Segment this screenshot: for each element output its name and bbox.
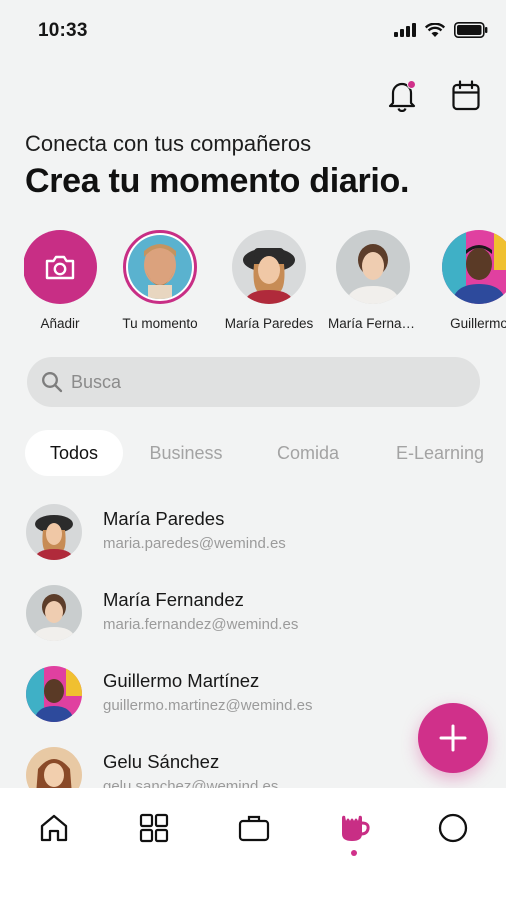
avatar	[26, 585, 82, 641]
search-icon	[42, 372, 63, 393]
avatar	[26, 504, 82, 560]
contact-name: María Fernandez	[103, 589, 244, 610]
signal-icon	[394, 23, 416, 37]
home-icon	[40, 814, 68, 842]
avatar	[26, 747, 82, 788]
story-avatar[interactable]	[336, 230, 410, 304]
add-story-button[interactable]	[24, 230, 97, 304]
tab-todos[interactable]: Todos	[25, 430, 123, 476]
contact-name: María Paredes	[103, 508, 225, 529]
list-item[interactable]: Guillermo Martínez guillermo.martinez@we…	[26, 658, 486, 728]
story-guillermo[interactable]: Guillermo	[434, 230, 506, 331]
calendar-icon	[452, 80, 480, 111]
list-item[interactable]: María Fernandez maria.fernandez@wemind.e…	[26, 577, 486, 647]
active-indicator	[351, 850, 357, 856]
story-label: Guillermo	[450, 316, 506, 331]
grid-icon	[139, 813, 169, 843]
story-maria-fernandez[interactable]: María Fernandez	[328, 230, 418, 331]
list-item[interactable]: María Paredes maria.paredes@wemind.es	[26, 496, 486, 566]
my-moment-avatar[interactable]	[123, 230, 197, 304]
search-bar[interactable]	[27, 357, 480, 407]
stories-carousel: Añadir Tu momento María Paredes María Fe…	[24, 230, 506, 340]
category-tabs: Todos Business Comida E-Learning	[25, 430, 489, 476]
battery-icon	[454, 22, 488, 38]
calendar-button[interactable]	[448, 76, 484, 116]
page-title: Crea tu momento diario.	[25, 162, 410, 200]
notification-dot	[407, 80, 416, 89]
wifi-icon	[425, 22, 445, 37]
status-icons	[394, 22, 488, 38]
status-bar: 10:33	[0, 0, 506, 60]
tab-business[interactable]: Business	[147, 430, 225, 476]
contact-email: maria.paredes@wemind.es	[103, 535, 286, 552]
story-label: Tu momento	[122, 316, 198, 331]
avatar	[128, 235, 192, 299]
contact-email: guillermo.martinez@wemind.es	[103, 697, 313, 714]
avatar	[232, 230, 306, 304]
story-add[interactable]: Añadir	[24, 230, 105, 331]
contact-email: gelu.sanchez@wemind.es	[103, 778, 279, 788]
plus-icon	[439, 724, 467, 752]
search-input[interactable]	[71, 371, 451, 393]
nav-home[interactable]	[32, 806, 76, 850]
nav-grid[interactable]	[132, 806, 176, 850]
avatar	[26, 666, 82, 722]
story-label: María Paredes	[224, 316, 314, 331]
circle-icon	[438, 813, 468, 843]
story-label: Añadir	[40, 316, 80, 331]
contact-name: Guillermo Martínez	[103, 670, 260, 691]
notifications-button[interactable]	[384, 76, 420, 116]
coffee-icon	[342, 815, 370, 841]
add-button[interactable]	[418, 703, 488, 773]
status-time: 10:33	[38, 20, 88, 41]
page-subtitle: Conecta con tus compañeros	[25, 131, 312, 156]
nav-briefcase[interactable]	[232, 806, 276, 850]
avatar	[442, 230, 506, 304]
tab-comida[interactable]: Comida	[271, 430, 345, 476]
bottom-nav	[0, 788, 506, 900]
contact-name: Gelu Sánchez	[103, 751, 220, 772]
story-maria-paredes[interactable]: María Paredes	[224, 230, 314, 331]
tab-e-learning[interactable]: E-Learning	[391, 430, 489, 476]
story-label: María Fernandez	[328, 316, 418, 331]
nav-coffee[interactable]	[332, 806, 376, 850]
list-item[interactable]: Gelu Sánchez gelu.sanchez@wemind.es	[26, 739, 486, 788]
story-avatar[interactable]	[232, 230, 306, 304]
camera-icon	[45, 255, 75, 280]
story-my-moment[interactable]: Tu momento	[115, 230, 205, 331]
avatar	[336, 230, 410, 304]
briefcase-icon	[238, 815, 270, 842]
contact-email: maria.fernandez@wemind.es	[103, 616, 299, 633]
header-actions	[384, 76, 484, 116]
story-avatar[interactable]	[442, 230, 506, 304]
nav-profile[interactable]	[431, 806, 475, 850]
